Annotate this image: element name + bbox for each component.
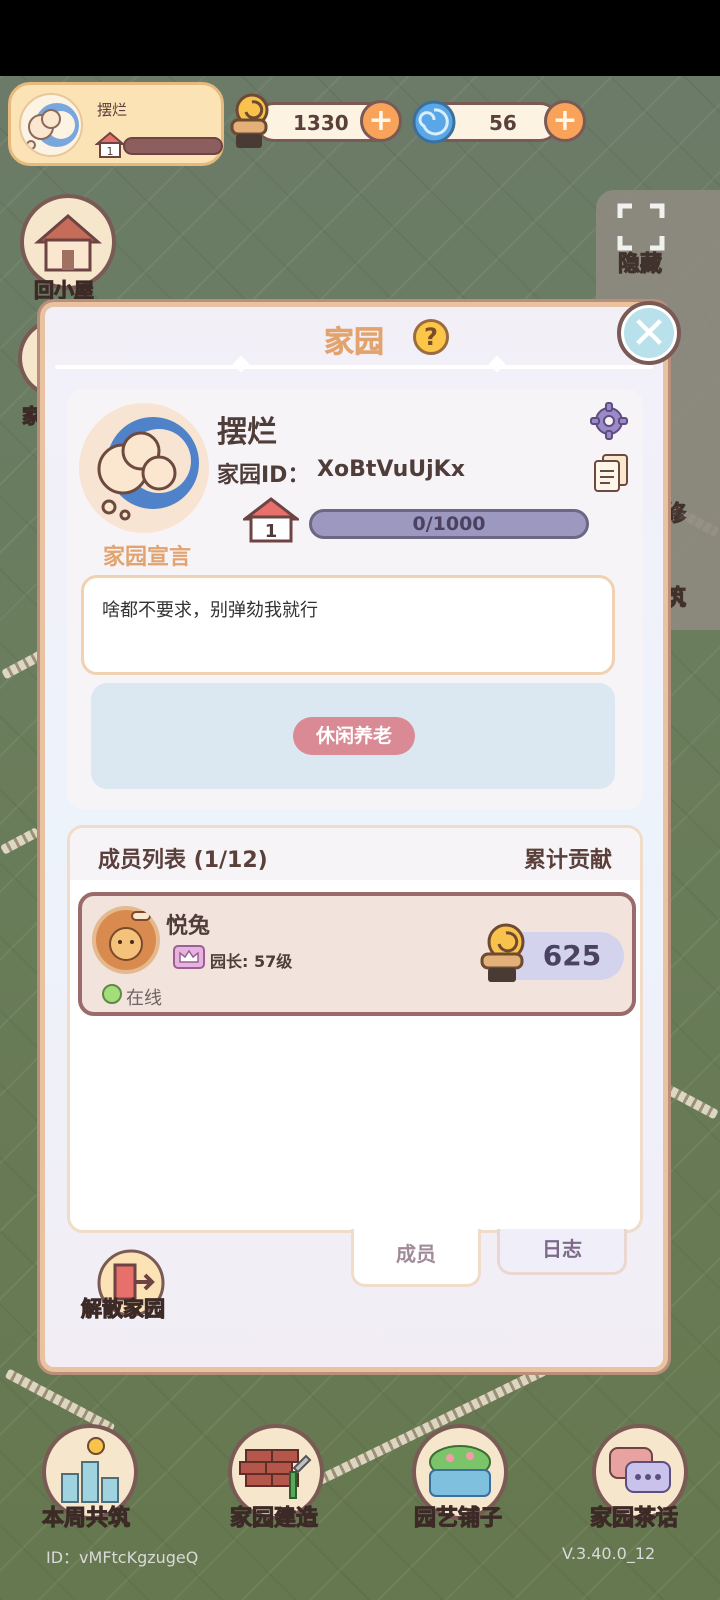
weekly-build-label: 本周共筑 <box>41 1506 131 1532</box>
close-button[interactable]: ✕ <box>617 301 681 365</box>
garden-shop-label: 园艺铺子 <box>413 1506 503 1532</box>
home-tag: 休闲养老 <box>293 717 415 755</box>
svg-text:1: 1 <box>107 145 114 158</box>
modal-title: 家园 <box>324 325 385 361</box>
tab-log[interactable]: 日志 <box>497 1229 627 1275</box>
disband-label: 解散家园 <box>81 1297 166 1322</box>
swirl-icon <box>412 100 456 144</box>
copy-icon[interactable] <box>593 453 629 493</box>
home-build-label: 家园建造 <box>229 1506 319 1532</box>
member-list-title: 成员列表 (1/12) <box>98 848 268 873</box>
snail-icon <box>226 90 272 152</box>
status-bar <box>0 0 720 76</box>
home-info-card: 摆烂 家园ID： XoBtVuUjKx 1 0/1000 家园宣言 啥都不要求，… <box>67 389 643 809</box>
home-id-value: XoBtVuUjKx <box>317 457 465 482</box>
home-id-label: 家园ID： <box>217 463 310 488</box>
snail-currency-value: 1330 <box>293 111 349 135</box>
home-chat-label: 家园茶话 <box>589 1506 679 1532</box>
hide-label: 隐藏 <box>617 252 663 278</box>
title-divider <box>55 355 653 373</box>
add-snail-button[interactable]: + <box>360 100 402 142</box>
footer-version: V.3.40.0_12 <box>562 1544 656 1563</box>
declaration-title: 家园宣言 <box>103 545 192 570</box>
tag-area: 休闲养老 <box>91 683 615 789</box>
level-house-icon: 1 <box>240 497 302 543</box>
home-exp-bar <box>123 137 223 155</box>
return-house-label: 回小屋 <box>34 278 95 303</box>
home-emblem-icon <box>79 403 209 533</box>
member-list-header: 成员列表 (1/12) 累计贡献 <box>70 828 640 880</box>
add-swirl-button[interactable]: + <box>544 100 586 142</box>
home-name: 摆烂 <box>217 415 277 450</box>
member-role: 园长: 57级 <box>210 952 293 971</box>
snail-icon <box>476 920 528 986</box>
member-list-card: 成员列表 (1/12) 累计贡献 悦兔 园长: 57级 在线 625 <box>67 825 643 1233</box>
tab-members[interactable]: 成员 <box>351 1229 481 1287</box>
member-name: 悦兔 <box>166 914 211 939</box>
exp-bar: 0/1000 <box>309 509 589 539</box>
member-row[interactable]: 悦兔 园长: 57级 在线 625 <box>78 892 636 1016</box>
home-modal: 家园 ? ✕ 摆烂 家园ID： XoBtVuUjKx 1 0/1000 家园宣言… <box>40 301 681 1372</box>
member-status: 在线 <box>126 988 162 1009</box>
fullscreen-icon <box>617 203 665 251</box>
member-avatar <box>92 906 160 974</box>
crown-icon <box>172 944 206 970</box>
help-icon[interactable]: ? <box>413 319 449 355</box>
footer-user-id: ID：vMFtcKgzugeQ <box>46 1548 199 1567</box>
left-side-label: 家 <box>22 404 43 429</box>
gear-icon[interactable] <box>589 401 629 441</box>
declaration-text: 啥都不要求，别弹劾我就行 <box>102 600 318 621</box>
home-level-icon: 1 <box>94 131 126 159</box>
online-status-icon <box>102 984 122 1004</box>
home-emblem-icon <box>19 93 83 157</box>
swirl-currency-value: 56 <box>489 111 517 135</box>
house-icon <box>33 214 103 272</box>
home-badge-name: 摆烂 <box>97 101 128 119</box>
home-level-text: 1 <box>265 521 278 542</box>
home-badge[interactable]: 摆烂 1 <box>8 82 224 166</box>
contribution-title: 累计贡献 <box>523 848 612 873</box>
declaration-box: 啥都不要求，别弹劾我就行 <box>81 575 615 675</box>
